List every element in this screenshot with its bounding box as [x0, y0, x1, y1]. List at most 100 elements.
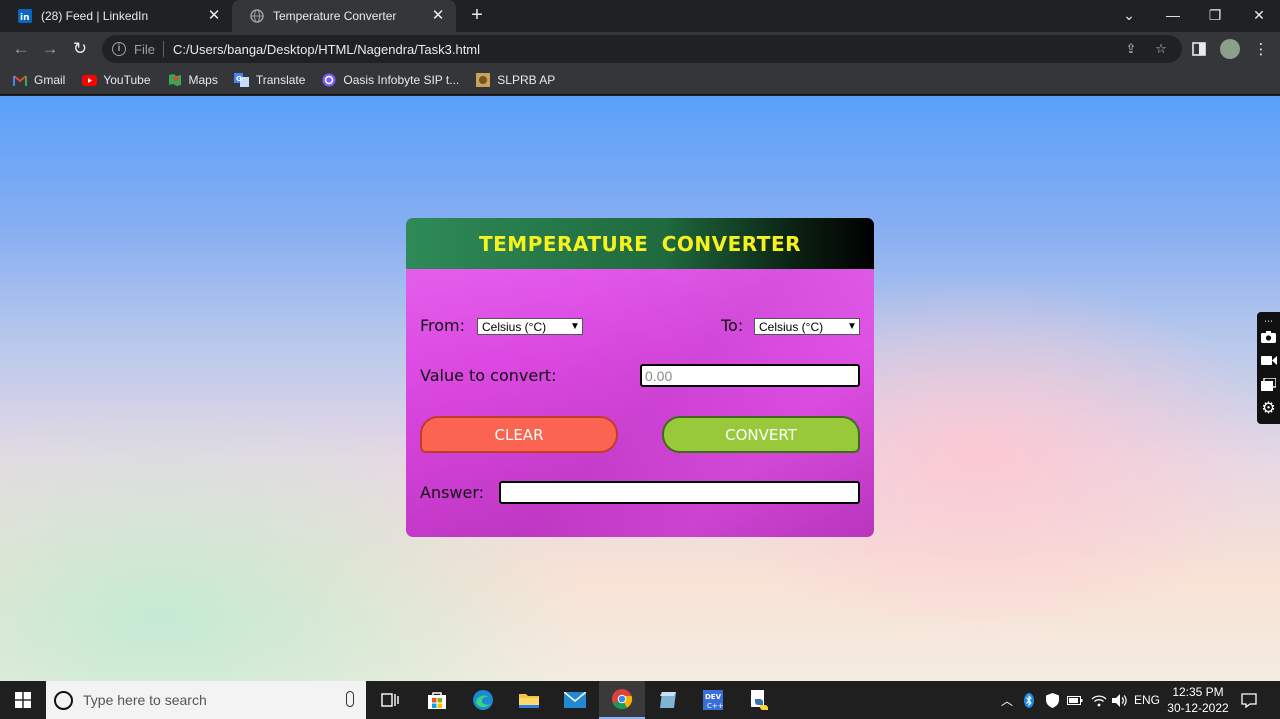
bookmarks-bar: Gmail YouTube Maps G Translate Oasis Inf… — [0, 66, 1280, 95]
info-icon[interactable]: i — [112, 42, 126, 56]
show-hidden-icons-chevron-icon[interactable]: ︿ — [998, 681, 1016, 719]
back-arrow-icon[interactable]: ← — [8, 36, 34, 62]
restore-icon[interactable]: ❐ — [1193, 0, 1237, 30]
bookmark-label: Translate — [255, 73, 306, 87]
convert-button[interactable]: CONVERT — [662, 416, 860, 453]
bookmark-youtube[interactable]: YouTube — [81, 73, 151, 87]
chevron-down-icon: ▼ — [847, 321, 857, 332]
side-panel-icon[interactable] — [1186, 36, 1212, 62]
value-input[interactable]: 0.00 — [640, 364, 860, 387]
tab-temperature-converter[interactable]: Temperature Converter ✕ — [232, 0, 456, 32]
search-icon — [54, 690, 73, 710]
windows-start-icon[interactable] — [0, 681, 46, 719]
clock-date: 30-12-2022 — [1167, 701, 1229, 715]
screenshot-window-icon[interactable] — [1259, 375, 1278, 393]
bookmark-label: YouTube — [103, 73, 151, 87]
from-unit-value: Celsius (°C) — [482, 319, 547, 334]
language-indicator[interactable]: ENG — [1133, 681, 1161, 719]
page-viewport: TEMPERATURE CONVERTER From: Celsius (°C)… — [0, 96, 1280, 681]
python-idle-icon[interactable] — [736, 681, 782, 719]
answer-label: Answer: — [420, 483, 485, 502]
maps-icon — [167, 73, 183, 87]
bookmark-slprb[interactable]: SLPRB AP — [475, 73, 555, 87]
forward-arrow-icon[interactable]: → — [37, 36, 63, 62]
divider — [162, 41, 164, 57]
scheme-label: File — [134, 41, 155, 57]
close-icon[interactable]: ✕ — [206, 8, 222, 24]
notification-icon[interactable] — [1238, 681, 1260, 719]
new-tab-icon[interactable]: + — [466, 5, 488, 27]
clock-time: 12:35 PM — [1172, 685, 1224, 699]
from-label: From: — [420, 316, 466, 335]
to-unit-value: Celsius (°C) — [759, 319, 824, 334]
close-window-icon[interactable]: ✕ — [1237, 0, 1280, 30]
bluetooth-icon[interactable] — [1020, 681, 1038, 719]
task-view-icon[interactable] — [367, 681, 413, 719]
url-text[interactable]: C:/Users/banga/Desktop/HTML/Nagendra/Tas… — [173, 42, 480, 57]
value-placeholder: 0.00 — [645, 367, 673, 384]
edge-browser-icon[interactable] — [460, 681, 506, 719]
answer-output[interactable] — [499, 481, 860, 504]
convert-button-label: CONVERT — [725, 425, 797, 444]
bookmark-oasis[interactable]: Oasis Infobyte SIP t... — [321, 73, 459, 87]
share-icon[interactable]: ⇪ — [1120, 35, 1142, 63]
svg-text:C++: C++ — [707, 702, 724, 710]
chevron-down-icon: ▼ — [570, 321, 580, 332]
security-shield-icon[interactable] — [1043, 681, 1061, 719]
bookmark-maps[interactable]: Maps — [167, 73, 218, 87]
bookmark-translate[interactable]: G Translate — [234, 73, 306, 87]
tab-strip: in (28) Feed | LinkedIn ✕ Temperature Co… — [0, 0, 1280, 32]
tab-title: (28) Feed | LinkedIn — [41, 9, 149, 23]
svg-text:G: G — [236, 75, 242, 83]
svg-text:in: in — [20, 13, 30, 23]
converter-card: TEMPERATURE CONVERTER From: Celsius (°C)… — [406, 218, 874, 537]
screen-capture-toolbar: ⋯ ⚙ — [1257, 312, 1280, 424]
value-to-convert-label: Value to convert: — [420, 366, 557, 385]
video-camera-icon[interactable] — [1259, 351, 1278, 369]
gear-icon[interactable]: ⚙ — [1259, 399, 1278, 417]
to-label: To: — [721, 316, 744, 335]
mail-icon[interactable] — [552, 681, 598, 719]
clear-button[interactable]: CLEAR — [420, 416, 618, 453]
star-icon[interactable]: ☆ — [1150, 35, 1172, 63]
reload-icon[interactable]: ↻ — [67, 36, 93, 62]
bookmark-label: Maps — [188, 73, 218, 87]
bookmark-label: SLPRB AP — [497, 73, 556, 87]
from-unit-select[interactable]: Celsius (°C) ▼ — [477, 318, 583, 335]
youtube-icon — [81, 73, 97, 87]
volume-icon[interactable] — [1111, 681, 1129, 719]
close-icon[interactable]: ✕ — [430, 8, 446, 24]
gmail-icon — [12, 73, 28, 87]
notes-app-icon[interactable] — [645, 681, 691, 719]
tab-search-chevron-icon[interactable]: ⌄ — [1107, 0, 1151, 30]
address-bar[interactable]: i File C:/Users/banga/Desktop/HTML/Nagen… — [102, 35, 1182, 63]
dev-cpp-icon[interactable]: DEV C++ — [690, 681, 736, 719]
to-unit-select[interactable]: Celsius (°C) ▼ — [754, 318, 860, 335]
tab-title: Temperature Converter — [273, 9, 397, 23]
taskbar-search-input[interactable]: Type here to search — [46, 681, 366, 719]
oasis-icon — [321, 73, 337, 87]
browser-toolbar: ← → ↻ i File C:/Users/banga/Desktop/HTML… — [0, 32, 1280, 66]
minimize-icon[interactable]: — — [1151, 0, 1195, 30]
search-placeholder: Type here to search — [83, 692, 207, 708]
menu-kebab-icon[interactable]: ⋮ — [1248, 36, 1274, 62]
battery-icon[interactable] — [1066, 681, 1084, 719]
camera-icon[interactable] — [1259, 328, 1278, 346]
file-explorer-icon[interactable] — [506, 681, 552, 719]
svg-text:DEV: DEV — [705, 693, 722, 701]
profile-avatar[interactable] — [1220, 39, 1240, 59]
translate-icon: G — [234, 73, 250, 87]
chrome-icon[interactable] — [599, 681, 645, 719]
system-clock[interactable]: 12:35 PM 30-12-2022 — [1162, 684, 1234, 716]
microphone-icon[interactable] — [346, 691, 354, 707]
globe-icon — [250, 9, 264, 23]
windows-taskbar: Type here to search DEV C++ ︿ ENG 12:35 … — [0, 681, 1280, 719]
converter-header: TEMPERATURE CONVERTER — [406, 218, 874, 269]
tab-linkedin[interactable]: in (28) Feed | LinkedIn ✕ — [0, 0, 232, 32]
bookmark-gmail[interactable]: Gmail — [12, 73, 65, 87]
wifi-icon[interactable] — [1090, 681, 1108, 719]
slprb-icon — [475, 73, 491, 87]
page-title: TEMPERATURE CONVERTER — [478, 231, 802, 256]
microsoft-store-icon[interactable] — [414, 681, 460, 719]
clear-button-label: CLEAR — [494, 425, 544, 444]
